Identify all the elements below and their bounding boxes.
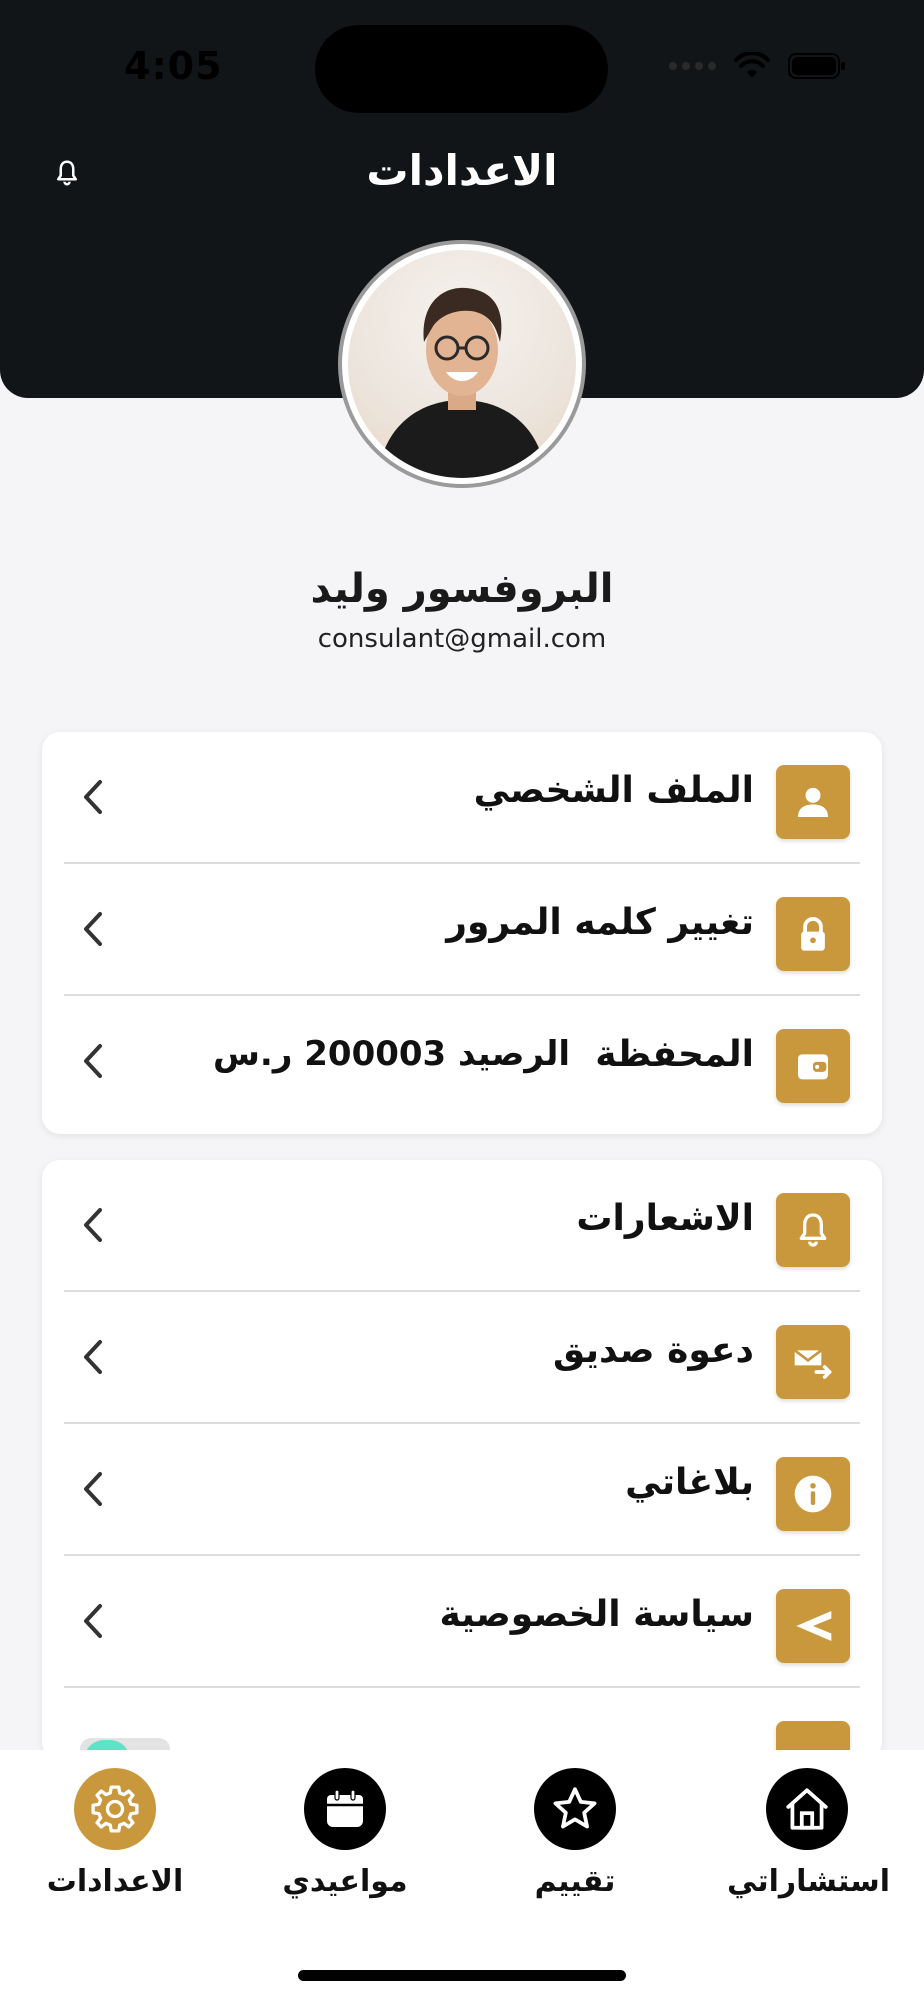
chevron-left-icon [82,1337,112,1377]
notifications-bell-button[interactable] [50,156,84,190]
tab-label: مواعيدي [282,1864,408,1899]
menu-item-privacy-policy[interactable]: سياسة الخصوصية [42,1556,882,1688]
info-icon [776,1457,850,1531]
profile-email: consulant@gmail.com [317,624,607,654]
tab-appointments[interactable]: مواعيدي [265,1768,425,1899]
home-indicator [298,1970,626,1981]
gear-icon [74,1768,156,1850]
bell-icon [776,1193,850,1267]
mail-forward-icon [776,1325,850,1399]
menu-item-notifications[interactable]: الاشعارات [42,1160,882,1292]
menu-item-my-reports[interactable]: بلاغاتي [42,1424,882,1556]
menu-item-change-password[interactable]: تغيير كلمه المرور [42,864,882,996]
privacy-arrow-icon [776,1589,850,1663]
star-icon [534,1768,616,1850]
menu-item-profile[interactable]: الملف الشخصي [42,732,882,864]
bottom-tab-bar: الاعدادات مواعيدي تقييم استشاراتي [0,1750,924,2000]
tab-rating[interactable]: تقييم [495,1768,655,1899]
status-time: 4:05 [124,44,223,88]
lock-icon [776,897,850,971]
profile-avatar[interactable] [338,240,586,488]
wifi-icon [734,52,770,78]
chevron-left-icon [82,777,112,817]
battery-icon [788,53,845,79]
menu-item-label: تغيير كلمه المرور [446,902,754,943]
tab-label: الاعدادات [46,1864,184,1899]
chevron-left-icon [82,1041,112,1081]
tab-label: تقييم [534,1864,616,1899]
menu-item-invite-friend[interactable]: دعوة صديق [42,1292,882,1424]
chevron-left-icon [82,1601,112,1641]
chevron-left-icon [82,1469,112,1509]
menu-item-label: سياسة الخصوصية [439,1594,754,1635]
chevron-left-icon [82,909,112,949]
account-settings-card: الملف الشخصي تغيير كلمه المرور المحفظة ا… [42,732,882,1134]
avatar-photo [348,250,576,478]
home-icon [766,1768,848,1850]
wallet-icon [776,1029,850,1103]
profile-name: البروفسور وليد [310,566,614,612]
menu-item-label: بلاغاتي [625,1462,754,1503]
dynamic-island [315,25,608,113]
menu-item-wallet[interactable]: المحفظة الرصيد 200003 ر.س [42,996,882,1128]
bell-icon [57,160,77,186]
wallet-balance: الرصيد 200003 ر.س [213,1034,570,1074]
status-indicators [669,52,846,80]
person-icon [776,765,850,839]
tab-label: استشاراتي [727,1864,890,1899]
chevron-left-icon [82,1205,112,1245]
calendar-icon [304,1768,386,1850]
menu-item-label: دعوة صديق [553,1330,754,1371]
page-title: الاعدادات [366,146,558,195]
cellular-signal-icon [669,62,716,70]
tab-settings[interactable]: الاعدادات [35,1768,195,1899]
general-settings-card: الاشعارات دعوة صديق بلاغاتي سياسة الخصوص… [42,1160,882,1760]
menu-item-label: المحفظة [595,1034,754,1075]
menu-item-label: الاشعارات [576,1198,754,1239]
menu-item-label: الملف الشخصي [473,770,754,811]
tab-consultations[interactable]: استشاراتي [727,1768,890,1899]
